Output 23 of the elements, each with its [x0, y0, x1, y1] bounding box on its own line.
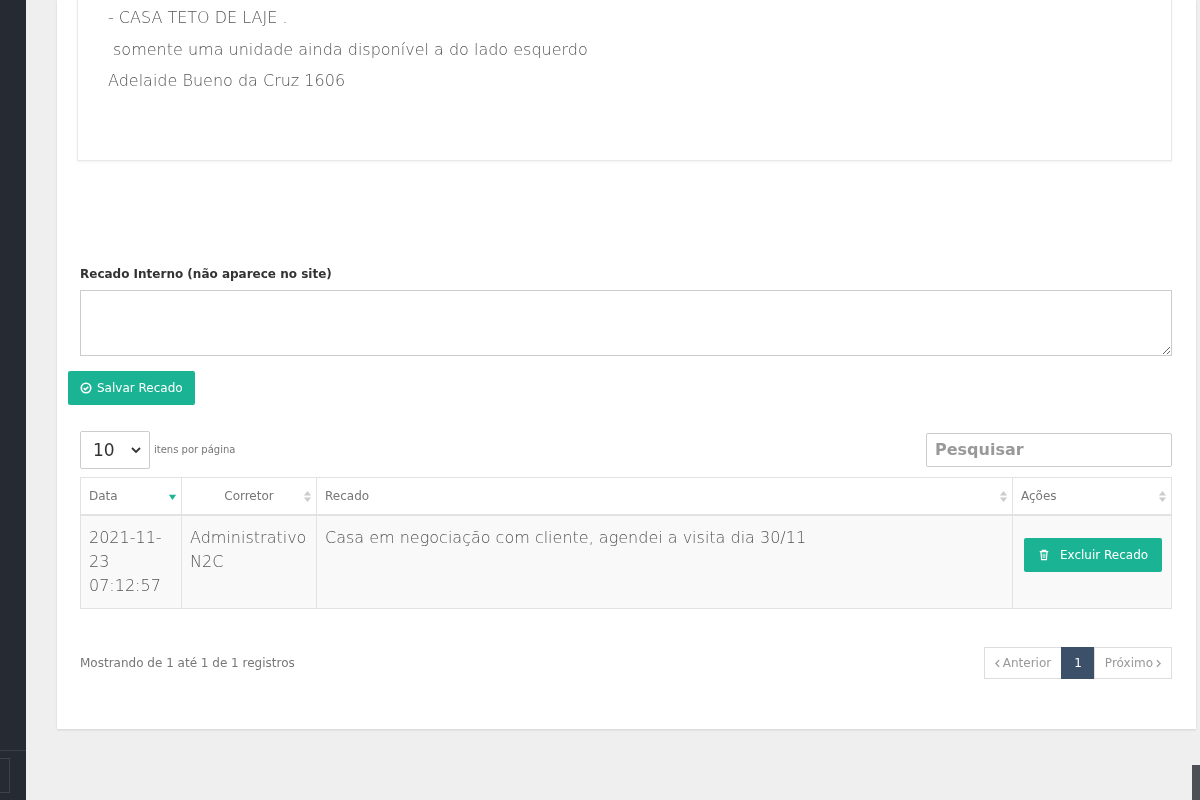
records-info: Mostrando de 1 até 1 de 1 registros: [80, 656, 295, 670]
scrollbar-thumb[interactable]: [1192, 765, 1200, 800]
page-link[interactable]: 1: [1061, 647, 1095, 679]
page-size-label: itens por página: [154, 444, 236, 455]
save-note-button[interactable]: Salvar Recado: [68, 371, 195, 405]
next-page-link[interactable]: Próximo: [1093, 647, 1172, 679]
note-cell: Casa em negociação com cliente, agendei a visita dia 30/11: [316, 515, 1013, 609]
delete-note-button[interactable]: Excluir Recado: [1024, 538, 1162, 572]
description-line: Adelaide Bueno da Cruz 1606: [108, 70, 347, 92]
page-size-select[interactable]: 10: [80, 431, 150, 469]
search-field[interactable]: Pesquisar: [926, 432, 1172, 467]
sidebar-widget: [0, 758, 10, 793]
note-textarea[interactable]: [80, 290, 1172, 356]
chevron-right-icon: [1156, 658, 1161, 668]
description-line: somente uma unidade ainda disponível a do lado esquerdo: [112, 38, 589, 61]
description-line: - CASA TETO DE LAJE .: [108, 7, 289, 29]
broker-cell: Administrativo N2C: [181, 515, 317, 609]
check-circle-icon: [80, 382, 92, 394]
chevron-down-icon: [131, 447, 141, 453]
chevron-left-icon: [994, 658, 1000, 668]
field-label: Recado Interno (não aparece no site): [80, 267, 333, 281]
date-cell: 2021-11-23 07:12:57: [80, 515, 182, 609]
trash-icon: [1037, 549, 1050, 561]
